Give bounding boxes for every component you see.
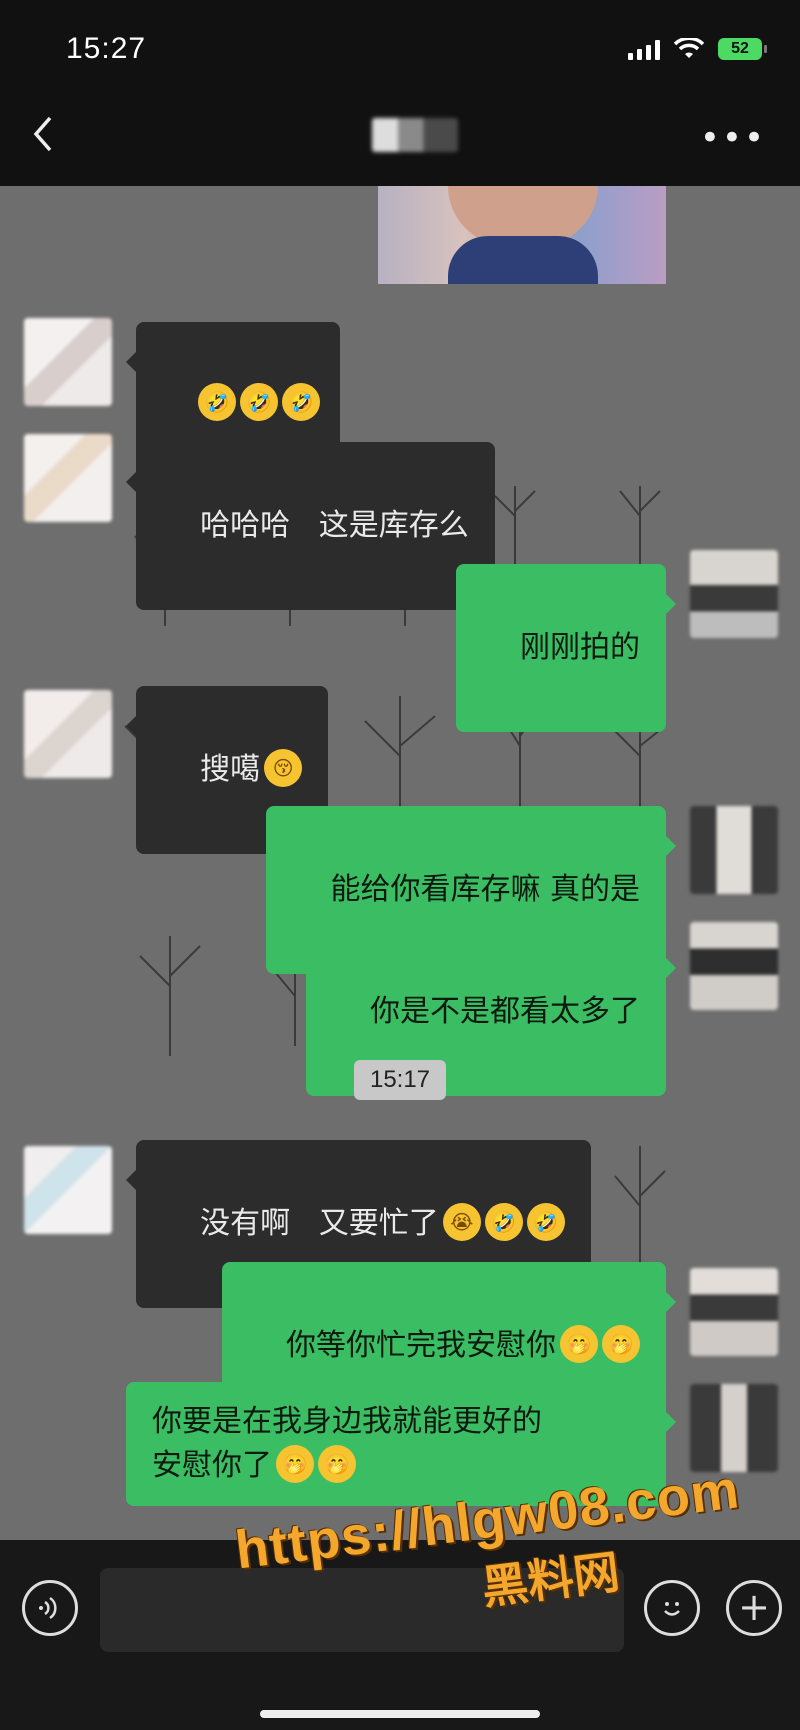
message-text: 哈哈哈 这是库存么: [200, 508, 469, 543]
my-avatar[interactable]: [690, 806, 778, 894]
hand-over-mouth-emoji-icon: 🤭: [602, 1324, 640, 1363]
hand-over-mouth-emoji-icon: 🤭: [318, 1444, 356, 1483]
kissing-emoji-icon: 😚: [264, 748, 303, 787]
contact-avatar[interactable]: [24, 434, 112, 522]
photo-content: [448, 236, 598, 284]
home-indicator: [260, 1710, 540, 1718]
chevron-left-icon[interactable]: [28, 114, 68, 154]
status-time: 15:27: [66, 32, 147, 65]
message-text: 搜噶: [200, 752, 261, 787]
chat-header: •••: [0, 90, 800, 186]
chat-area[interactable]: 🤣 🤣 🤣 哈哈哈 这是库存么 刚刚拍的 搜噶 😚 能给你看库存嘛 真的是 你是不是都…: [0, 186, 800, 1540]
status-icons: 52: [628, 38, 767, 60]
laughing-emoji-icon: 🤣: [526, 1202, 565, 1241]
my-avatar[interactable]: [690, 550, 778, 638]
signal-icon: [628, 38, 660, 60]
plus-icon[interactable]: +: [726, 1580, 782, 1636]
photo-message[interactable]: [378, 186, 666, 284]
voice-icon[interactable]: [22, 1580, 78, 1636]
battery-icon: 52: [718, 38, 767, 60]
message-text: 没有啊 又要忙了: [200, 1206, 439, 1241]
more-icon[interactable]: •••: [700, 118, 766, 158]
message-text: 你等你忙完我安慰你: [286, 1328, 556, 1363]
wifi-icon: [674, 38, 704, 58]
message-text: 你是不是都看太多了: [370, 994, 640, 1029]
crying-emoji-icon: 😭: [442, 1202, 481, 1241]
my-avatar[interactable]: [690, 922, 778, 1010]
message-bubble-outgoing[interactable]: 刚刚拍的: [455, 564, 677, 732]
laughing-emoji-icon: 🤣: [484, 1202, 523, 1241]
my-avatar[interactable]: [690, 1268, 778, 1356]
contact-avatar[interactable]: [24, 318, 112, 406]
contact-name-blurred: [372, 118, 458, 152]
hand-over-mouth-emoji-icon: 🤭: [276, 1444, 314, 1483]
message-text: 能给你看库存嘛 真的是: [330, 872, 640, 907]
message-bubble-incoming[interactable]: 哈哈哈 这是库存么: [126, 442, 495, 610]
laughing-emoji-icon: 🤣: [240, 382, 279, 421]
hand-over-mouth-emoji-icon: 🤭: [560, 1324, 598, 1363]
status-bar: 15:27 52: [0, 0, 800, 90]
contact-avatar[interactable]: [24, 690, 112, 778]
laughing-emoji-icon: 🤣: [198, 382, 237, 421]
contact-avatar[interactable]: [24, 1146, 112, 1234]
laughing-emoji-icon: 🤣: [282, 382, 321, 421]
message-text: 刚刚拍的: [520, 630, 640, 665]
message-timestamp: 15:17: [354, 1060, 446, 1100]
